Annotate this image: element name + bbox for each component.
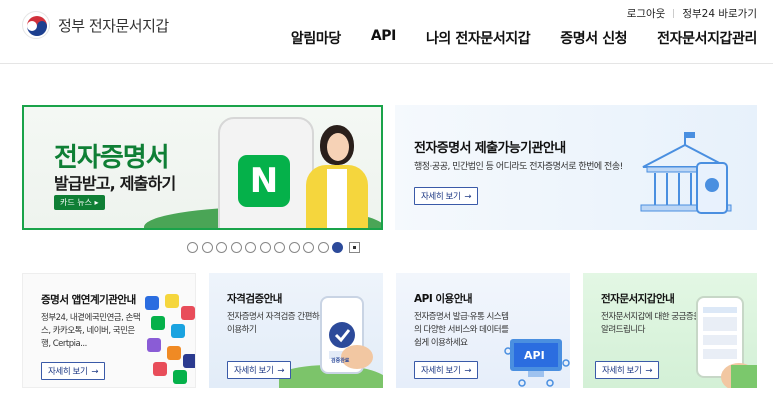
- verified-badge: 검증완료: [331, 358, 350, 364]
- card-desc: 정부24, 내곁에국민연금, 손택스, 카카오톡, 네이버, 국민은행, Cer…: [41, 313, 141, 349]
- logout-link[interactable]: 로그아웃: [627, 6, 666, 21]
- nav-api[interactable]: API: [371, 28, 397, 48]
- banner-subtitle: 발급받고, 제출하기: [54, 174, 176, 193]
- page-dot-9[interactable]: [303, 242, 314, 253]
- banner-more-button[interactable]: 자세히 보기 →: [414, 187, 479, 205]
- card-desc: 전자증명서 발급·유통 시스템의 다양한 서비스와 데이터를 쉽게 이용하세요: [414, 312, 509, 348]
- page-dot-5[interactable]: [245, 242, 256, 253]
- banner-right-title: 전자증명서 제출가능기관안내: [414, 141, 566, 156]
- carousel-pagination: [187, 242, 360, 253]
- more-label: 자세히 보기: [48, 367, 88, 377]
- verification-phone-icon: [279, 296, 383, 388]
- arrow-right-icon: →: [91, 367, 99, 377]
- card-more-button[interactable]: 자세히 보기 →: [41, 362, 106, 380]
- banner-title: 전자증명서: [54, 143, 170, 173]
- page-dot-3[interactable]: [216, 242, 227, 253]
- person-face-illustration: [327, 133, 349, 161]
- card-more-button[interactable]: 자세히 보기 →: [414, 361, 479, 379]
- banner-right-desc: 행정·공공, 민간법인 등 어디라도 전자증명서로 한번에 전송!: [414, 162, 623, 172]
- carousel-banner-card-news[interactable]: 전자증명서 발급받고, 제출하기 카드 뉴스 ▸ N: [22, 105, 383, 230]
- card-verification[interactable]: 자격검증안내 전자증명서 자격검증 간편하게 이용하기 자세히 보기 → 검증완료: [209, 273, 383, 388]
- header-divider: [0, 63, 773, 64]
- more-label: 자세히 보기: [602, 366, 642, 376]
- wallet-phone-icon: [696, 296, 757, 388]
- utility-links: 로그아웃 정부24 바로가기: [627, 6, 757, 21]
- institution-info-banner[interactable]: 전자증명서 제출가능기관안내 행정·공공, 민간법인 등 어디라도 전자증명서로…: [395, 105, 757, 230]
- pause-icon[interactable]: [348, 242, 360, 253]
- card-news-tag: 카드 뉴스 ▸: [54, 195, 105, 210]
- government-building-icon: [640, 132, 732, 214]
- nav-certificate-apply[interactable]: 증명서 신청: [560, 28, 627, 48]
- api-badge: API: [524, 349, 545, 362]
- gov24-link[interactable]: 정부24 바로가기: [682, 6, 757, 21]
- arrow-right-icon: →: [645, 366, 653, 376]
- nav-notice[interactable]: 알림마당: [291, 28, 341, 48]
- more-label: 자세히 보기: [421, 366, 461, 376]
- app-icons-collage-icon: [145, 294, 195, 384]
- logo-title: 정부 전자문서지갑: [58, 16, 169, 35]
- page-dot-4[interactable]: [230, 242, 242, 253]
- util-divider: [673, 9, 675, 18]
- page-dot-7[interactable]: [274, 242, 285, 253]
- page-dot-10[interactable]: [317, 242, 329, 253]
- card-title: API 이용안내: [414, 293, 473, 305]
- card-wallet-guide[interactable]: 전자문서지갑안내 전자문서지갑에 대한 궁금증을 알려드립니다 자세히 보기 →: [583, 273, 757, 388]
- card-more-button[interactable]: 자세히 보기 →: [227, 361, 292, 379]
- page-dot-8[interactable]: [288, 242, 300, 253]
- arrow-right-icon: →: [464, 366, 472, 376]
- card-title: 전자문서지갑안내: [601, 293, 675, 305]
- page-dot-1[interactable]: [187, 242, 198, 253]
- card-api[interactable]: API 이용안내 전자증명서 발급·유통 시스템의 다양한 서비스와 데이터를 …: [396, 273, 570, 388]
- arrow-right-icon: →: [277, 366, 285, 376]
- page-dot-11[interactable]: [332, 242, 343, 253]
- card-more-button[interactable]: 자세히 보기 →: [595, 361, 660, 379]
- card-app-partners[interactable]: 증명서 앱연계기관안내 정부24, 내곁에국민연금, 손택스, 카카오톡, 네이…: [22, 273, 196, 388]
- card-title: 자격검증안내: [227, 293, 282, 305]
- nav-wallet-manage[interactable]: 전자문서지갑관리: [657, 28, 757, 48]
- naver-app-icon: N: [238, 155, 290, 207]
- person-shirt-illustration: [327, 169, 347, 228]
- page-dot-2[interactable]: [201, 242, 213, 253]
- more-label: 자세히 보기: [234, 366, 274, 376]
- taegeuk-logo-icon: [22, 11, 50, 39]
- site-logo[interactable]: 정부 전자문서지갑: [22, 11, 169, 39]
- main-nav: 알림마당 API 나의 전자문서지갑 증명서 신청 전자문서지갑관리: [291, 28, 757, 48]
- arrow-right-icon: →: [464, 192, 472, 202]
- card-title: 증명서 앱연계기관안내: [41, 294, 136, 306]
- more-label: 자세히 보기: [421, 192, 461, 202]
- page: 정부 전자문서지갑 로그아웃 정부24 바로가기 알림마당 API 나의 전자문…: [0, 0, 773, 395]
- page-dot-6[interactable]: [259, 242, 271, 253]
- nav-my-wallet[interactable]: 나의 전자문서지갑: [426, 28, 531, 48]
